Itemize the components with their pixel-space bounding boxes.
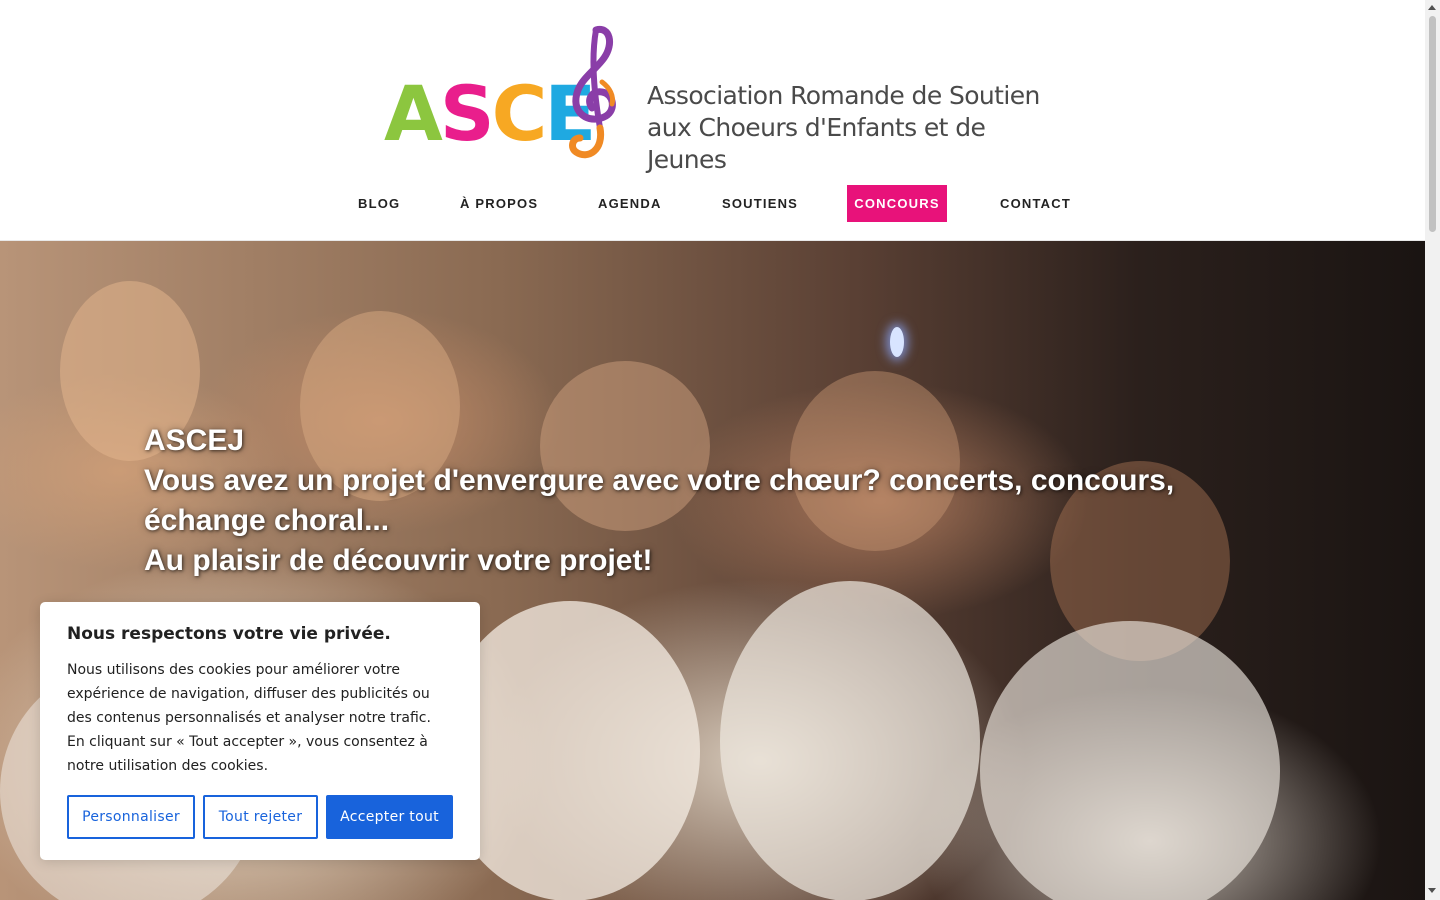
hero-photo-figure [980,621,1280,900]
cookie-title: Nous respectons votre vie privée. [67,624,391,644]
site-logo[interactable]: ASCE Association Romande de Soutien aux … [384,24,1054,174]
scroll-down-arrow-icon[interactable] [1428,888,1436,893]
nav-item-blog[interactable]: BLOG [348,185,410,222]
scroll-up-arrow-icon[interactable] [1428,5,1436,10]
site-header: ASCE Association Romande de Soutien aux … [0,0,1425,241]
accept-all-button[interactable]: Accepter tout [326,795,453,839]
nav-item-contact[interactable]: CONTACT [990,185,1081,222]
logo-tagline-line1: Association Romande de Soutien [647,81,1040,110]
logo-tagline-line2: aux Choeurs d'Enfants et de Jeunes [647,113,986,174]
nav-item-a-propos[interactable]: À PROPOS [450,185,548,222]
nav-item-agenda[interactable]: AGENDA [588,185,672,222]
treble-clef-icon [569,26,616,159]
logo-letter-a: A [384,69,443,158]
cookie-consent-banner: Nous respectons votre vie privée. Nous u… [40,602,480,860]
cookie-description: Nous utilisons des cookies pour améliore… [67,662,431,774]
nav-item-concours[interactable]: CONCOURS [847,185,947,222]
customize-button[interactable]: Personnaliser [67,795,195,839]
hero-stage-light [890,327,904,357]
hero-heading: ASCEJ Vous avez un projet d'envergure av… [144,421,1264,581]
main-nav: BLOG À PROPOS AGENDA SOUTIENS CONCOURS C… [0,185,1425,222]
page-scrollbar[interactable] [1425,0,1440,900]
hero-photo-figure [720,581,980,900]
logo-letter-c: C [491,69,548,158]
reject-all-button[interactable]: Tout rejeter [203,795,318,839]
hero-line-3: échange choral... [144,504,390,537]
nav-item-soutiens[interactable]: SOUTIENS [712,185,808,222]
hero-line-1: ASCEJ [144,424,245,457]
hero-line-2: Vous avez un projet d'envergure avec vot… [144,464,1175,497]
hero-line-4: Au plaisir de découvrir votre projet! [144,544,653,577]
logo-letter-s: S [439,69,495,158]
logo-tagline: Association Romande de Soutien aux Choeu… [647,80,1054,176]
scrollbar-thumb[interactable] [1429,16,1436,232]
